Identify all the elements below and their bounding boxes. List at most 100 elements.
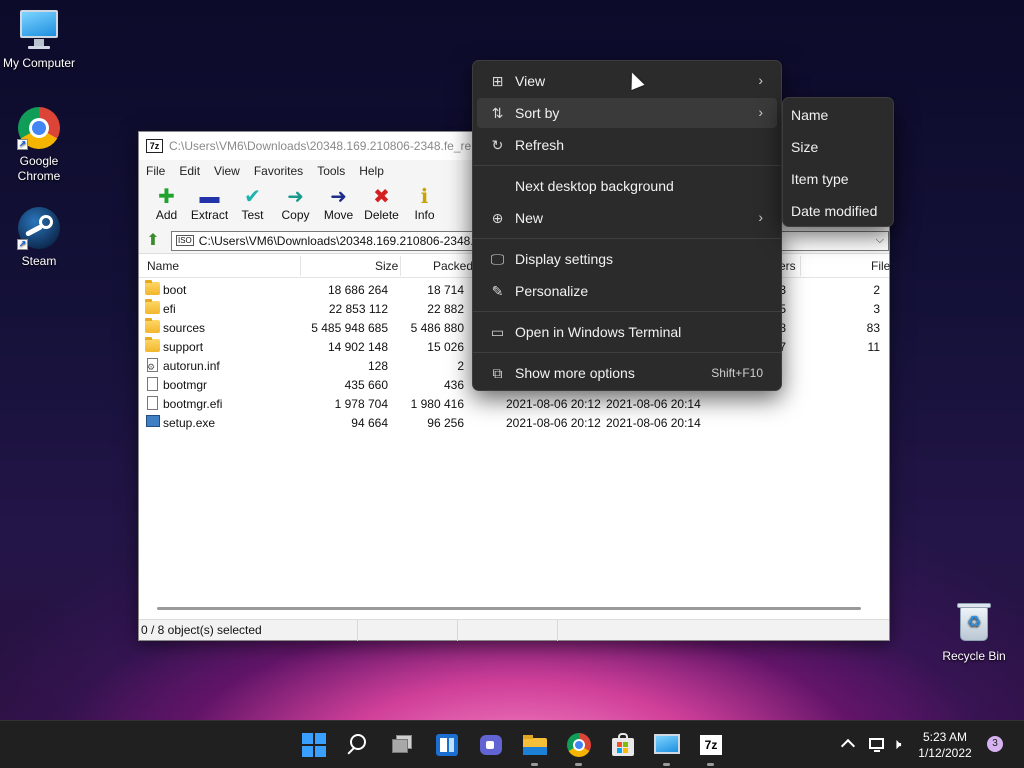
sort-name-item[interactable]: Name bbox=[791, 107, 828, 133]
file-icon bbox=[147, 396, 158, 410]
column-name[interactable]: Name bbox=[147, 259, 179, 273]
test-button[interactable]: ✔ Test bbox=[231, 182, 274, 222]
menu-item-new[interactable]: ⊕ New › bbox=[477, 203, 777, 233]
exe-file-icon bbox=[146, 415, 160, 427]
task-view-icon[interactable] bbox=[387, 729, 419, 761]
control-panel-icon[interactable] bbox=[651, 729, 683, 766]
delete-label: Delete bbox=[364, 208, 399, 222]
menu-item-label: Open in Windows Terminal bbox=[515, 324, 682, 340]
new-plus-icon: ⊕ bbox=[491, 210, 504, 226]
file-name: boot bbox=[163, 283, 187, 297]
menu-view[interactable]: View bbox=[214, 164, 240, 178]
desktop-icon-recycle-bin[interactable]: ♻ Recycle Bin bbox=[935, 601, 1013, 663]
file-packed: 18 714 bbox=[427, 283, 464, 297]
file-icon bbox=[147, 377, 158, 391]
chevron-up-icon[interactable] bbox=[834, 729, 862, 761]
monitor-icon bbox=[17, 8, 61, 52]
desktop-icon-my-computer[interactable]: My Computer bbox=[0, 8, 78, 70]
desktop-icon-label: My Computer bbox=[2, 56, 76, 70]
start-icon[interactable] bbox=[298, 729, 330, 761]
menu-favorites[interactable]: Favorites bbox=[254, 164, 303, 178]
file-size: 1 978 704 bbox=[334, 397, 388, 411]
file-size: 14 902 148 bbox=[327, 340, 388, 354]
search-icon[interactable] bbox=[343, 729, 375, 761]
volume-icon[interactable]: 🕨 bbox=[890, 729, 912, 761]
file-size: 18 686 264 bbox=[327, 283, 388, 297]
network-icon[interactable] bbox=[866, 729, 888, 761]
up-folder-button[interactable]: ⬆ bbox=[143, 231, 163, 251]
folder-icon bbox=[145, 318, 160, 333]
menu-item-next-background[interactable]: Next desktop background bbox=[477, 171, 777, 201]
folder-icon bbox=[145, 337, 160, 352]
file-created: 2021-08-06 20:14 bbox=[606, 397, 701, 411]
sort-date-modified-item[interactable]: Date modified bbox=[791, 203, 877, 229]
column-files[interactable]: File bbox=[871, 259, 890, 273]
file-name: setup.exe bbox=[163, 416, 216, 430]
menu-item-show-more-options[interactable]: ⧉ Show more options Shift+F10 bbox=[477, 358, 777, 388]
sort-item-type-item[interactable]: Item type bbox=[791, 171, 849, 197]
chevron-right-icon: › bbox=[758, 104, 763, 120]
sort-size-item[interactable]: Size bbox=[791, 139, 818, 165]
chevron-down-icon[interactable]: ⌵ bbox=[876, 234, 884, 247]
clock-date: 1/12/2022 bbox=[918, 746, 972, 760]
menu-item-open-terminal[interactable]: ▭ Open in Windows Terminal bbox=[477, 317, 777, 347]
menu-item-personalize[interactable]: ✎ Personalize bbox=[477, 276, 777, 306]
window-title: C:\Users\VM6\Downloads\20348.169.210806-… bbox=[169, 139, 488, 153]
widgets-icon[interactable] bbox=[431, 729, 463, 761]
add-button[interactable]: ✚ Add bbox=[145, 182, 188, 222]
extract-button[interactable]: ▬ Extract bbox=[188, 182, 231, 222]
file-packed: 1 980 416 bbox=[410, 397, 464, 411]
column-packed[interactable]: Packed bbox=[433, 259, 473, 273]
file-files: 3 bbox=[873, 302, 880, 316]
view-grid-icon: ⊞ bbox=[491, 73, 504, 89]
menu-item-label: View bbox=[515, 73, 546, 89]
notification-badge[interactable]: 3 bbox=[987, 736, 1003, 752]
status-bar: 0 / 8 object(s) selected bbox=[139, 619, 889, 641]
file-size: 94 664 bbox=[351, 416, 388, 430]
file-name: support bbox=[163, 340, 204, 354]
menu-item-label: Personalize bbox=[515, 283, 589, 299]
chrome-icon[interactable] bbox=[563, 729, 595, 766]
steam-icon: ↗ bbox=[17, 206, 61, 250]
horizontal-scrollbar[interactable] bbox=[157, 607, 861, 610]
move-button[interactable]: ➜ Move bbox=[317, 182, 360, 222]
file-row[interactable]: bootmgr.efi 1 978 704 1 980 416 2021-08-06 … bbox=[139, 394, 889, 413]
folder-icon bbox=[145, 299, 160, 314]
extract-label: Extract bbox=[190, 208, 229, 222]
menu-edit[interactable]: Edit bbox=[179, 164, 200, 178]
menu-item-refresh[interactable]: ↻ Refresh bbox=[477, 130, 777, 160]
copy-button[interactable]: ➜ Copy bbox=[274, 182, 317, 222]
menu-item-label: Sort by bbox=[515, 105, 560, 121]
store-icon[interactable] bbox=[607, 729, 639, 761]
minus-icon: ▬ bbox=[199, 186, 220, 208]
refresh-icon: ↻ bbox=[491, 137, 504, 153]
copy-label: Copy bbox=[281, 208, 310, 222]
system-clock[interactable]: 5:23 AM 1/12/2022 bbox=[910, 729, 980, 761]
info-button[interactable]: ℹ Info bbox=[403, 182, 446, 222]
move-arrow-icon: ➜ bbox=[330, 186, 347, 208]
file-packed: 96 256 bbox=[427, 416, 464, 430]
file-size: 435 660 bbox=[344, 378, 388, 392]
7zip-icon[interactable]: 7z bbox=[695, 729, 727, 766]
menu-file[interactable]: File bbox=[146, 164, 165, 178]
check-icon: ✔ bbox=[244, 186, 261, 208]
delete-button[interactable]: ✖ Delete bbox=[360, 182, 403, 222]
desktop-icon-steam[interactable]: ↗ Steam bbox=[0, 206, 78, 268]
menu-help[interactable]: Help bbox=[359, 164, 384, 178]
file-explorer-icon[interactable] bbox=[519, 729, 551, 766]
file-created: 2021-08-06 20:14 bbox=[606, 416, 701, 430]
file-name: bootmgr bbox=[163, 378, 208, 392]
menu-item-sort-by[interactable]: ⇅ Sort by › bbox=[477, 98, 777, 128]
info-icon: ℹ bbox=[420, 186, 429, 208]
menu-item-label: Display settings bbox=[515, 251, 614, 267]
menu-tools[interactable]: Tools bbox=[317, 164, 345, 178]
folder-icon bbox=[145, 280, 160, 295]
chat-icon[interactable] bbox=[475, 729, 507, 761]
desktop-icon-google-chrome[interactable]: ↗ Google Chrome bbox=[0, 106, 78, 184]
file-packed: 15 026 bbox=[427, 340, 464, 354]
column-size[interactable]: Size bbox=[375, 259, 398, 273]
file-row[interactable]: setup.exe 94 664 96 256 2021-08-06 20:12 202… bbox=[139, 413, 889, 432]
chrome-icon: ↗ bbox=[17, 106, 61, 150]
plus-icon: ✚ bbox=[158, 186, 175, 208]
menu-item-display-settings[interactable]: 🖵 Display settings bbox=[477, 244, 777, 274]
